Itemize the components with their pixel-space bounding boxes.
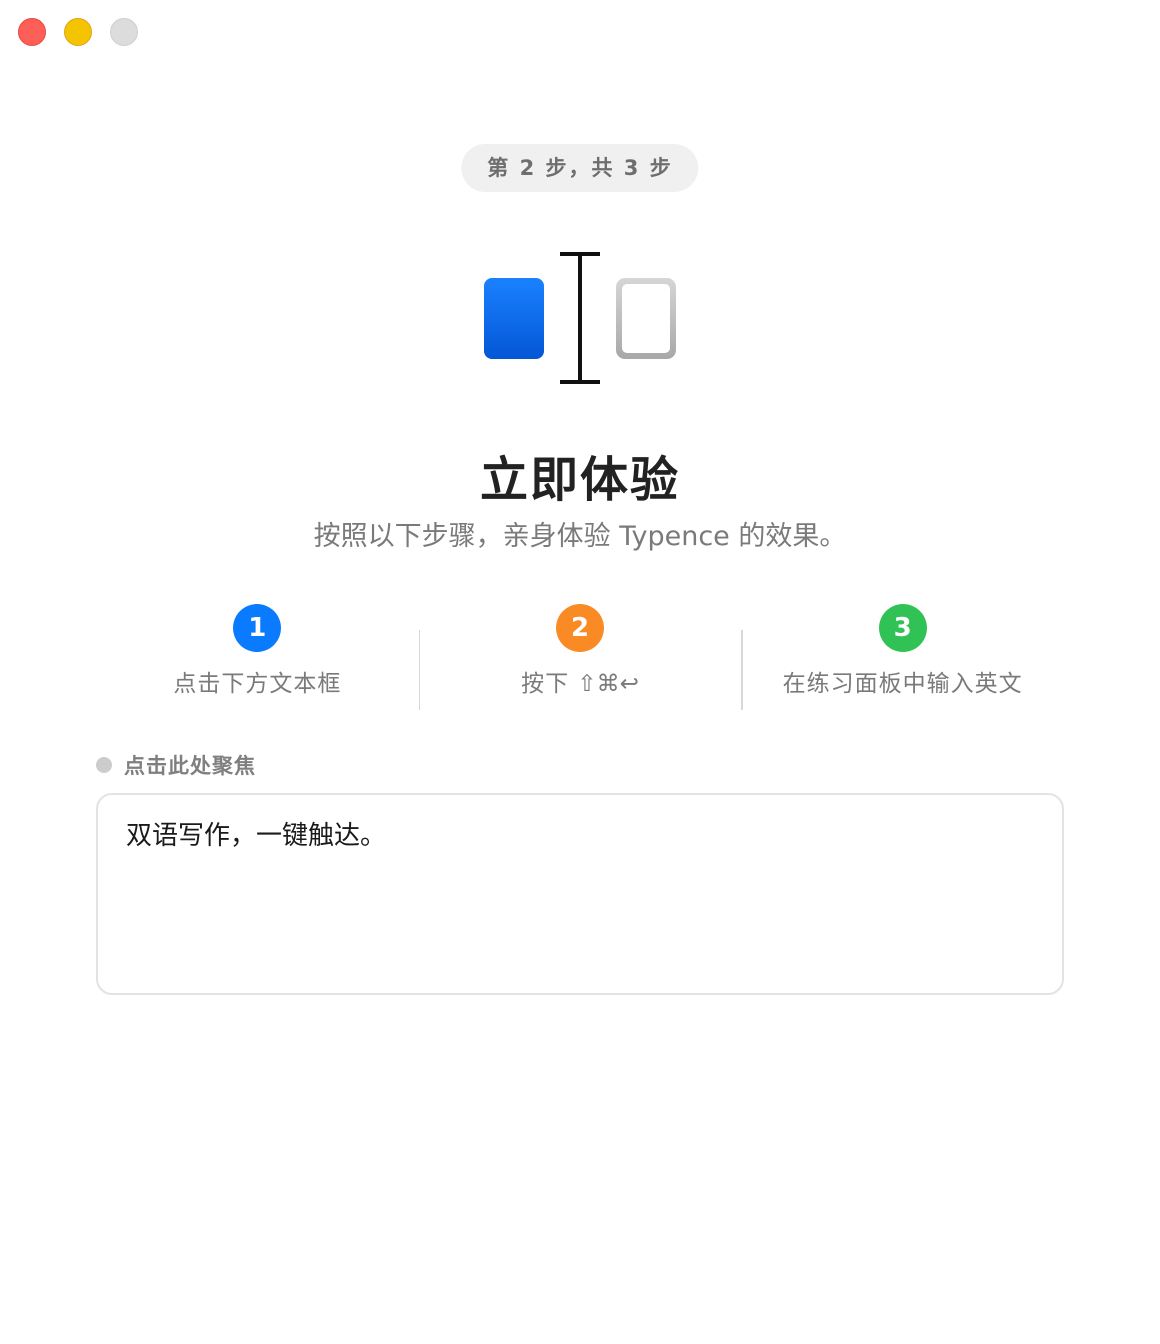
page-subtitle: 按照以下步骤，亲身体验 Typence 的效果。 [313, 521, 847, 552]
step-2: 2 按下 ⇧⌘↩ [418, 604, 742, 714]
left-box-shape [484, 278, 544, 359]
step-number-badge: 2 [556, 604, 604, 652]
right-box-inner [622, 284, 670, 353]
step-label: 在练习面板中输入英文 [782, 671, 1023, 697]
focus-status-dot [96, 757, 112, 773]
zoom-icon[interactable] [110, 18, 138, 46]
text-cursor-between-boxes-icon [484, 252, 676, 384]
step-1: 1 点击下方文本框 [96, 604, 419, 714]
step-label: 按下 ⇧⌘↩ [521, 664, 639, 698]
minimize-icon[interactable] [64, 18, 92, 46]
onboarding-window: 第 2 步，共 3 步 立即体验 按照以下步骤，亲身体验 Typence 的效果… [0, 0, 1160, 1344]
practice-text-input[interactable]: 双语写作，一键触达。 [96, 793, 1064, 995]
close-icon[interactable] [18, 18, 46, 46]
keyboard-shortcut: ⇧⌘↩ [577, 671, 639, 697]
page-title: 立即体验 [479, 452, 680, 508]
step-number-badge: 1 [233, 604, 282, 652]
step-label-text: 按下 [521, 671, 570, 697]
focus-hint-label: 点击此处聚焦 [124, 754, 256, 778]
step-label: 点击下方文本框 [173, 671, 342, 697]
step-3: 3 在练习面板中输入英文 [741, 604, 1064, 714]
steps-row: 1 点击下方文本框 2 按下 ⇧⌘↩ 3 在练习面板中输入英文 [96, 604, 1064, 714]
focus-hint: 点击此处聚焦 [96, 750, 256, 780]
step-number-badge: 3 [878, 604, 927, 652]
window-controls [18, 18, 138, 46]
step-indicator: 第 2 步，共 3 步 [461, 144, 699, 192]
